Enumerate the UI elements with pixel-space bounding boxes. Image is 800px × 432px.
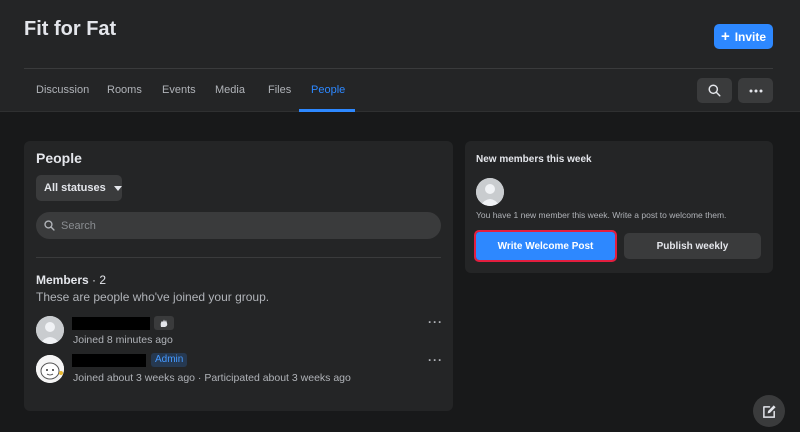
member-name[interactable] <box>72 354 146 367</box>
group-name[interactable]: Fit for Fat <box>24 18 116 41</box>
new-members-description: You have 1 new member this week. Write a… <box>476 210 727 220</box>
members-heading: Members · 2 <box>36 273 106 287</box>
wave-hand-icon <box>160 319 168 327</box>
compose-edit-icon <box>762 404 776 418</box>
default-avatar-icon <box>476 178 504 206</box>
header-divider <box>24 68 773 69</box>
more-horizontal-icon <box>749 89 762 92</box>
new-member-avatar[interactable] <box>476 178 504 206</box>
people-title: People <box>36 150 82 166</box>
tab-discussion[interactable]: Discussion <box>36 84 89 96</box>
members-count: 2 <box>99 273 107 287</box>
new-members-title: New members this week <box>476 154 592 165</box>
admin-badge: Admin <box>151 353 188 367</box>
new-member-badge <box>154 316 174 330</box>
tab-events[interactable]: Events <box>162 84 196 96</box>
members-separator: · <box>88 273 100 287</box>
group-search-button[interactable] <box>697 78 732 103</box>
active-tab-indicator <box>299 109 355 112</box>
member-name[interactable] <box>72 317 150 330</box>
people-divider <box>36 257 441 258</box>
members-label: Members <box>36 273 89 287</box>
invite-button[interactable]: + Invite <box>714 24 773 49</box>
new-message-button[interactable] <box>753 395 785 427</box>
status-filter-dropdown[interactable]: All statuses <box>36 175 122 201</box>
tab-people[interactable]: People <box>311 84 345 96</box>
more-options-button[interactable] <box>738 78 773 103</box>
write-welcome-post-button[interactable]: Write Welcome Post <box>474 230 617 262</box>
member-joined-text: Joined 8 minutes ago <box>73 334 173 346</box>
plus-icon: + <box>720 28 730 45</box>
search-icon <box>44 220 55 231</box>
members-description: These are people who've joined your grou… <box>36 290 270 304</box>
tab-media[interactable]: Media <box>215 84 245 96</box>
caret-down-icon <box>113 185 122 191</box>
tab-rooms[interactable]: Rooms <box>107 84 142 96</box>
invite-label: Invite <box>734 29 767 44</box>
search-icon <box>708 84 721 97</box>
member-search-box[interactable] <box>36 212 441 239</box>
tab-files[interactable]: Files <box>268 84 291 96</box>
member-more-button[interactable]: ··· <box>428 353 443 367</box>
status-filter-value: All statuses <box>44 182 106 194</box>
illustrated-avatar-icon <box>36 355 64 383</box>
default-avatar-icon <box>36 316 64 344</box>
member-joined-text: Joined about 3 weeks ago · Participated … <box>73 372 351 384</box>
member-more-button[interactable]: ··· <box>428 315 443 329</box>
publish-weekly-button[interactable]: Publish weekly <box>624 233 761 259</box>
avatar[interactable] <box>36 355 64 383</box>
avatar[interactable] <box>36 316 64 344</box>
member-search-input[interactable] <box>61 219 421 232</box>
